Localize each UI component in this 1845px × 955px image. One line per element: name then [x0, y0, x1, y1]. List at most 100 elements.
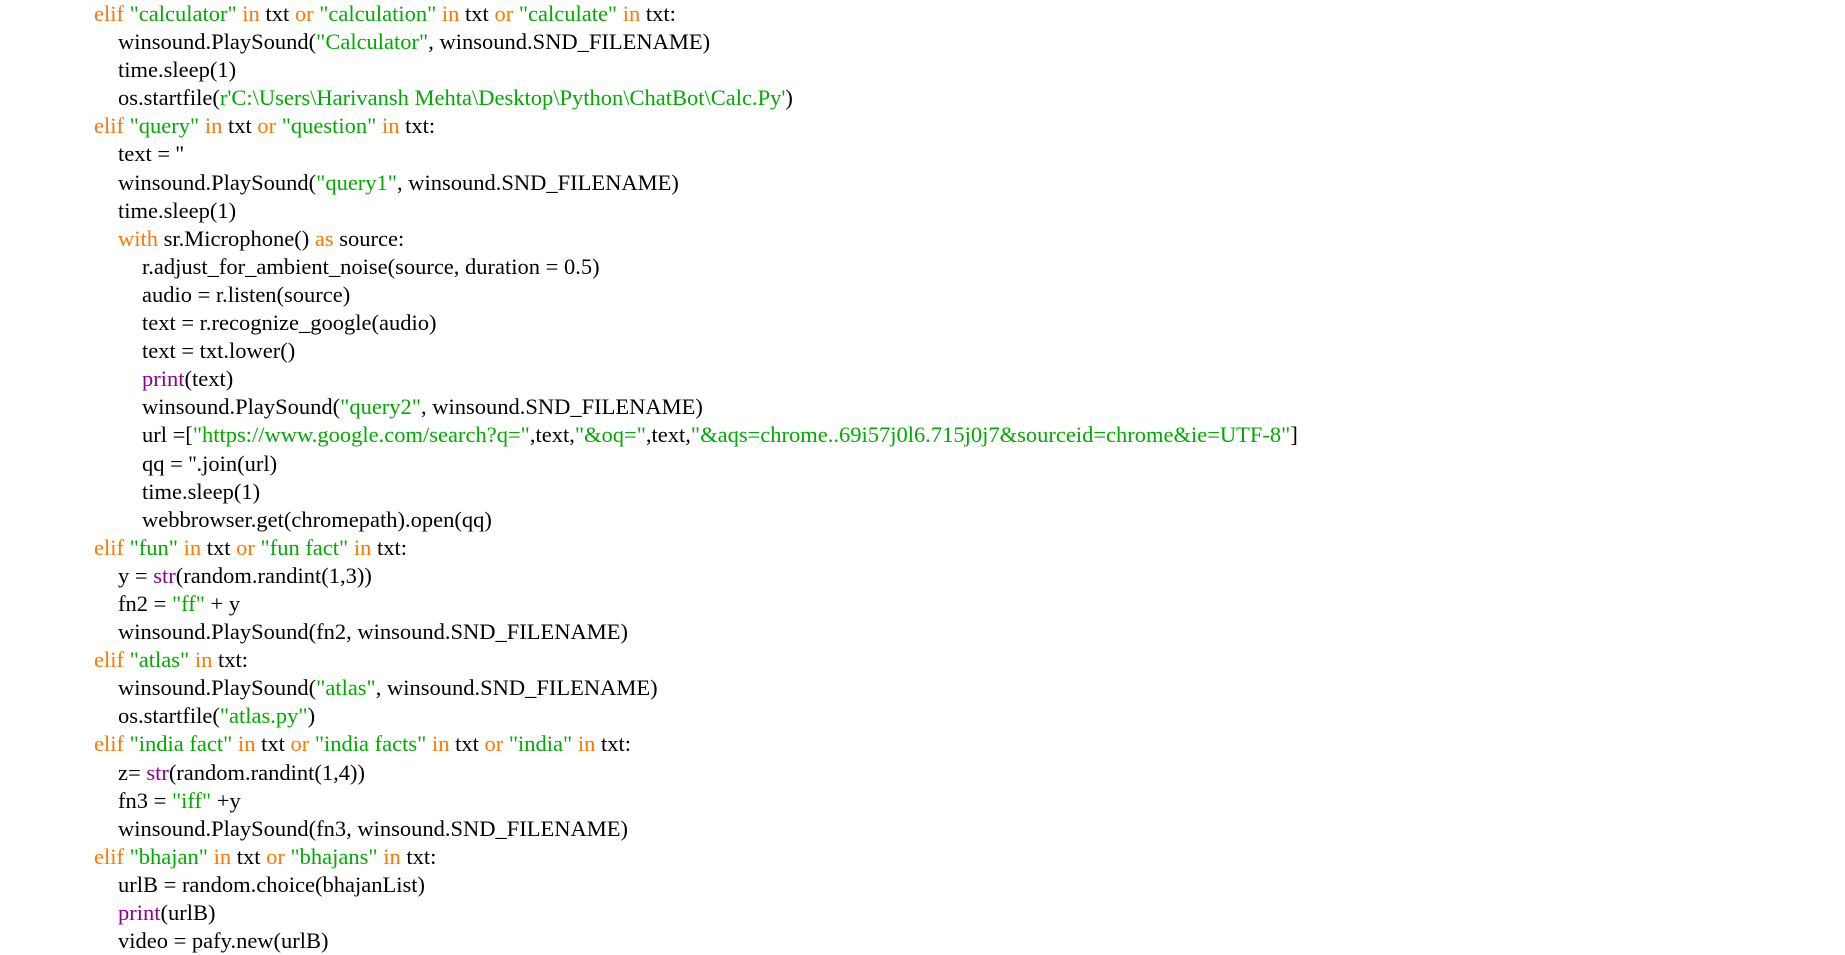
string-token: "fun"	[129, 534, 178, 560]
code-token: video = pafy.new(urlB)	[118, 928, 329, 954]
code-line: qq = ''.join(url)	[94, 450, 1845, 478]
keyword-token: or	[236, 534, 261, 560]
code-line: fn2 = "ff" + y	[94, 590, 1845, 618]
code-line: fn3 = "iff" +y	[94, 787, 1845, 815]
code-token: fn3 =	[118, 787, 172, 813]
string-token: "query2"	[340, 394, 421, 420]
keyword-token: elif	[94, 534, 130, 560]
code-line: elif "atlas" in txt:	[94, 646, 1845, 674]
code-line: urlB = random.choice(bhajanList)	[94, 871, 1845, 899]
keyword-token: or	[266, 843, 291, 869]
code-token: , winsound.SND_FILENAME)	[428, 29, 711, 55]
keyword-token: in	[617, 1, 646, 26]
string-token: "india"	[508, 731, 573, 757]
keyword-token: or	[484, 731, 509, 757]
code-line: y = str(random.randint(1,3))	[94, 562, 1845, 590]
document-page: { "colors": { "background": "#ffffff", "…	[0, 0, 1845, 953]
code-token: txt	[265, 1, 295, 26]
code-line: z= str(random.randint(1,4))	[94, 759, 1845, 787]
code-line: elif "fun" in txt or "fun fact" in txt:	[94, 534, 1845, 562]
keyword-token: in	[426, 731, 456, 757]
string-token: "atlas"	[129, 647, 190, 673]
code-line: elif "query" in txt or "question" in txt…	[94, 112, 1845, 140]
code-token: url =[	[142, 422, 193, 448]
keyword-token: in	[436, 1, 466, 26]
code-token: qq = ''.join(url)	[142, 450, 278, 476]
code-line: print(text)	[94, 365, 1845, 393]
keyword-token: elif	[94, 647, 130, 673]
code-token: txt:	[377, 534, 408, 560]
code-token: winsound.PlaySound(	[142, 394, 341, 420]
code-line: text = ''	[94, 140, 1845, 168]
keyword-token: elif	[94, 731, 130, 757]
code-token: txt	[227, 113, 258, 139]
code-token: os.startfile(	[118, 85, 220, 111]
code-token: txt:	[645, 1, 676, 26]
keyword-token: with	[118, 225, 164, 251]
code-line: winsound.PlaySound(fn2, winsound.SND_FIL…	[94, 618, 1845, 646]
code-line: elif "india fact" in txt or "india facts…	[94, 730, 1845, 758]
builtin-token: print	[142, 366, 185, 392]
code-token: time.sleep(1)	[118, 57, 237, 83]
code-token: txt:	[406, 843, 437, 869]
keyword-token: in	[376, 113, 406, 139]
code-line: os.startfile(r'C:\Users\Harivansh Mehta\…	[94, 84, 1845, 112]
string-token: "bhajan"	[129, 843, 208, 869]
code-line: time.sleep(1)	[94, 478, 1845, 506]
code-token: , winsound.SND_FILENAME)	[397, 169, 679, 195]
code-token: fn2 =	[118, 590, 172, 616]
code-token: winsound.PlaySound(	[118, 675, 317, 701]
string-token: "ff"	[171, 590, 205, 616]
code-line: time.sleep(1)	[94, 197, 1845, 225]
code-token: + y	[204, 590, 241, 616]
code-line: text = r.recognize_google(audio)	[94, 309, 1845, 337]
code-token: txt	[455, 731, 485, 757]
code-token: time.sleep(1)	[118, 197, 237, 223]
code-token: audio = r.listen(source)	[142, 281, 351, 307]
string-token: "fun fact"	[260, 534, 349, 560]
code-token: text = r.recognize_google(audio)	[142, 310, 437, 336]
string-token: "india fact"	[129, 731, 233, 757]
string-token: "query1"	[316, 169, 397, 195]
string-token: r'C:\Users\Harivansh Mehta\Desktop\Pytho…	[219, 85, 786, 111]
code-line: video = pafy.new(urlB)	[94, 927, 1845, 955]
code-token: , winsound.SND_FILENAME)	[375, 675, 658, 701]
keyword-token: in	[377, 843, 407, 869]
string-token: "india facts"	[314, 731, 427, 757]
code-line: winsound.PlaySound("atlas", winsound.SND…	[94, 674, 1845, 702]
code-line: with sr.Microphone() as source:	[94, 225, 1845, 253]
code-token: sr.Microphone()	[163, 225, 315, 251]
code-token: txt	[236, 843, 267, 869]
code-token: winsound.PlaySound(	[118, 169, 317, 195]
string-token: "Calculator"	[316, 29, 429, 55]
code-token: )	[785, 85, 793, 111]
code-line: elif "bhajan" in txt or "bhajans" in txt…	[94, 843, 1845, 871]
code-token: , winsound.SND_FILENAME)	[421, 394, 703, 420]
keyword-token: or	[294, 1, 320, 26]
code-line: url =["https://www.google.com/search?q="…	[94, 421, 1845, 449]
code-line: webbrowser.get(chromepath).open(qq)	[94, 506, 1845, 534]
string-token: "calculate"	[518, 1, 618, 26]
keyword-token: or	[290, 731, 315, 757]
string-token: "question"	[281, 113, 377, 139]
code-line: r.adjust_for_ambient_noise(source, durat…	[94, 253, 1845, 281]
keyword-token: in	[348, 534, 377, 560]
code-token: webbrowser.get(chromepath).open(qq)	[142, 506, 492, 532]
string-token: "bhajans"	[290, 843, 378, 869]
string-token: "atlas.py"	[219, 703, 308, 729]
code-token: txt:	[405, 113, 436, 139]
string-token: "&aqs=chrome..69i57j0l6.715j0j7&sourceid…	[690, 422, 1291, 448]
code-line: winsound.PlaySound(fn3, winsound.SND_FIL…	[94, 815, 1845, 843]
code-token: )	[307, 703, 316, 729]
code-line: winsound.PlaySound("Calculator", winsoun…	[94, 28, 1845, 56]
code-token: txt	[206, 534, 237, 560]
code-token: txt:	[217, 647, 248, 673]
code-line: os.startfile("atlas.py")	[94, 702, 1845, 730]
code-line: text = txt.lower()	[94, 337, 1845, 365]
code-token: time.sleep(1)	[142, 478, 261, 504]
keyword-token: as	[314, 225, 340, 251]
code-token: winsound.PlaySound(fn3, winsound.SND_FIL…	[118, 815, 629, 841]
code-token: y =	[118, 562, 154, 588]
code-token: ,text,	[529, 422, 575, 448]
string-token: "query"	[129, 113, 200, 139]
